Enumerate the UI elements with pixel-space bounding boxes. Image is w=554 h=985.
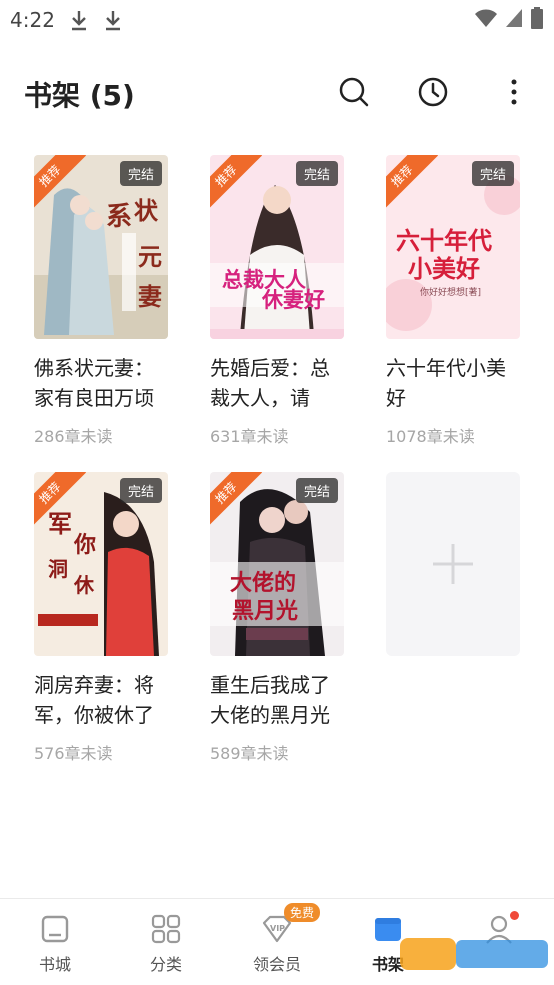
svg-text:洞: 洞 <box>48 557 68 581</box>
svg-text:小美好: 小美好 <box>408 255 480 283</box>
status-badge: 完结 <box>119 161 162 186</box>
site-logo-watermark <box>400 938 548 970</box>
svg-text:你: 你 <box>73 532 96 558</box>
plus-icon <box>433 544 473 584</box>
more-vertical-icon <box>511 79 517 105</box>
add-book-button[interactable] <box>386 472 520 656</box>
download-icon <box>104 8 122 32</box>
clock-icon <box>418 77 448 107</box>
nav-category[interactable]: 分类 <box>111 899 221 985</box>
notification-dot <box>510 911 519 920</box>
unread-count: 286章未读 <box>34 427 113 446</box>
status-badge: 完结 <box>471 161 514 186</box>
signal-icon <box>504 7 524 33</box>
wifi-icon <box>474 7 498 33</box>
svg-text:军: 军 <box>48 509 72 538</box>
status-badge: 完结 <box>295 478 338 503</box>
book-title[interactable]: 佛系状元妻：家有良田万顷 <box>34 353 168 413</box>
nav-label: 书城 <box>38 955 71 974</box>
book-title[interactable]: 重生后我成了大佬的黑月光 <box>210 670 344 730</box>
svg-text:六十年代: 六十年代 <box>396 227 492 255</box>
svg-text:你好好想想[著]: 你好好想想[著] <box>420 286 481 298</box>
svg-text:黑月光: 黑月光 <box>232 598 298 624</box>
book-cover[interactable]: 系 状 元 妻 推荐 完结 <box>34 155 168 339</box>
status-badge: 完结 <box>119 478 162 503</box>
download-icon <box>70 8 88 32</box>
nav-label: 分类 <box>149 955 182 974</box>
more-menu-button[interactable] <box>494 72 534 112</box>
svg-text:状: 状 <box>134 196 159 225</box>
svg-text:系: 系 <box>106 202 132 232</box>
search-button[interactable] <box>334 72 374 112</box>
unread-count: 576章未读 <box>34 744 113 763</box>
svg-text:大佬的: 大佬的 <box>230 570 296 596</box>
svg-text:VIP: VIP <box>270 924 285 933</box>
book-cover[interactable]: 总裁大人 休妻好 推荐 完结 <box>210 155 344 339</box>
nav-bookstore[interactable]: 书城 <box>0 899 110 985</box>
battery-icon <box>530 6 544 34</box>
book-title[interactable]: 洞房弃妻：将军，你被休了 <box>34 670 168 730</box>
svg-text:休妻好: 休妻好 <box>261 287 325 312</box>
svg-text:妻: 妻 <box>138 282 162 311</box>
unread-count: 631章未读 <box>210 427 289 446</box>
history-button[interactable] <box>413 72 453 112</box>
svg-text:休: 休 <box>73 573 95 597</box>
app-header: 书架 (5) <box>0 60 554 124</box>
book-card[interactable]: 六十年代 小美好 你好好想想[著] 推荐 完结 六十年代小美好 1078章未读 <box>386 155 520 447</box>
book-cover[interactable]: 军 你 洞 休 推荐 完结 <box>34 472 168 656</box>
free-tag: 免费 <box>284 903 321 922</box>
status-time: 4:22 <box>10 8 55 32</box>
search-icon <box>339 77 369 107</box>
book-cover[interactable]: 六十年代 小美好 你好好想想[著] 推荐 完结 <box>386 155 520 339</box>
book-title[interactable]: 六十年代小美好 <box>386 353 520 413</box>
book-card[interactable]: 军 你 洞 休 推荐 完结 洞房弃妻：将军，你被休了 576章未读 <box>34 472 168 764</box>
page-title: 书架 (5) <box>24 79 135 112</box>
book-title[interactable]: 先婚后爱：总裁大人，请滚… <box>210 353 344 413</box>
bookstore-icon <box>41 915 69 943</box>
nav-label: 领会员 <box>252 955 301 974</box>
book-card[interactable]: 系 状 元 妻 推荐 完结 佛系状元妻：家有良田万顷 286章未读 <box>34 155 168 447</box>
status-badge: 完结 <box>295 161 338 186</box>
nav-vip[interactable]: VIP 免费 领会员 <box>222 899 332 985</box>
status-bar: 4:22 <box>0 0 554 40</box>
unread-count: 1078章未读 <box>386 427 475 446</box>
book-card[interactable]: 总裁大人 休妻好 推荐 完结 先婚后爱：总裁大人，请滚… 631章未读 <box>210 155 344 447</box>
book-card[interactable]: 大佬的 黑月光 推荐 完结 重生后我成了大佬的黑月光 589章未读 <box>210 472 344 764</box>
grid-icon <box>151 914 181 944</box>
svg-text:元: 元 <box>138 242 162 271</box>
unread-count: 589章未读 <box>210 744 289 763</box>
book-cover[interactable]: 大佬的 黑月光 推荐 完结 <box>210 472 344 656</box>
